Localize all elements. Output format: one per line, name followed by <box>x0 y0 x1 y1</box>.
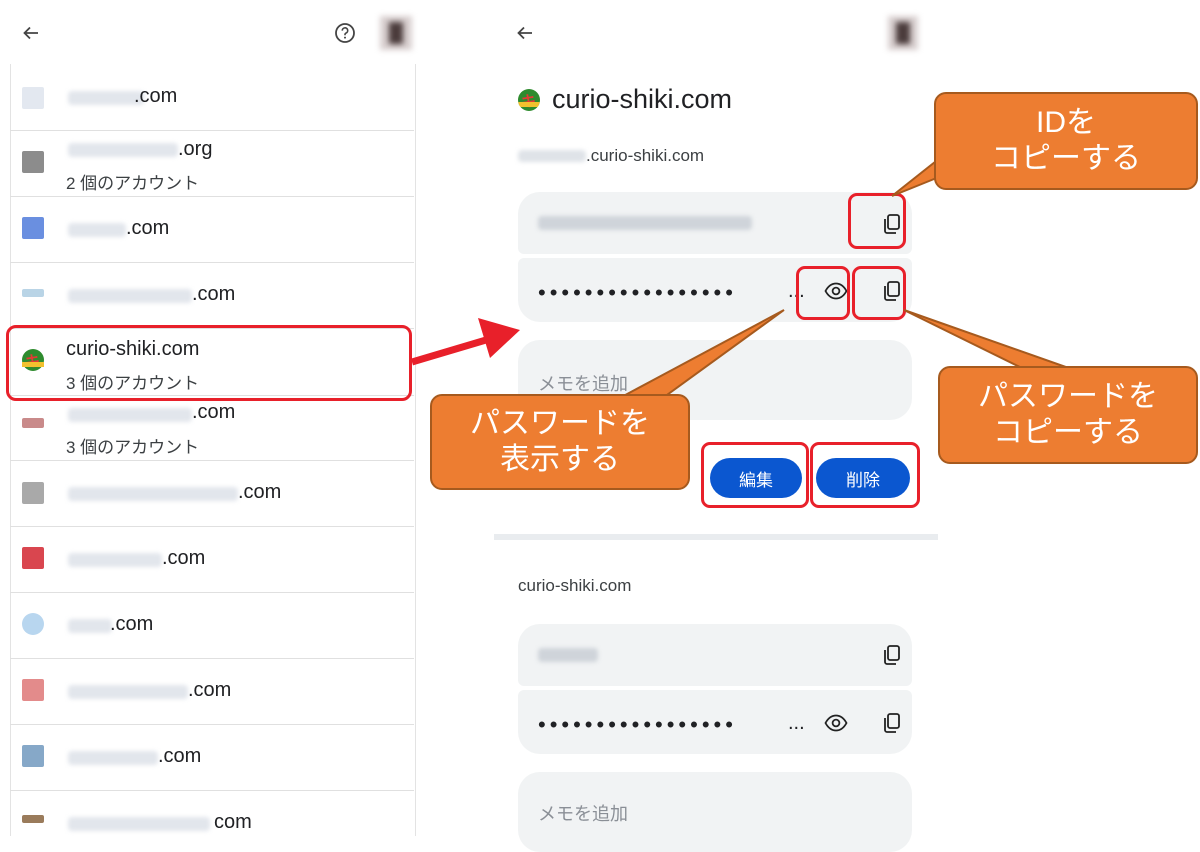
callout-show-password-line2: 表示する <box>500 443 620 476</box>
red-arrow-head <box>478 318 520 358</box>
callout-show-password: パスワードを 表示する <box>430 394 690 490</box>
callout-copy-id-line1: IDを <box>1036 106 1096 139</box>
callout-copy-id: IDを コピーする <box>934 92 1198 190</box>
callout-tail-show-password <box>615 309 785 401</box>
callout-copy-password: パスワードを コピーする <box>938 366 1198 464</box>
callout-show-password-line1: パスワードを <box>470 407 650 440</box>
callout-copy-password-line1: パスワードを <box>978 380 1158 413</box>
callout-copy-id-line2: コピーする <box>991 142 1141 175</box>
callout-tail-copy-password <box>903 309 1081 373</box>
callout-copy-password-line2: コピーする <box>993 416 1143 449</box>
red-arrow-line <box>411 336 487 366</box>
